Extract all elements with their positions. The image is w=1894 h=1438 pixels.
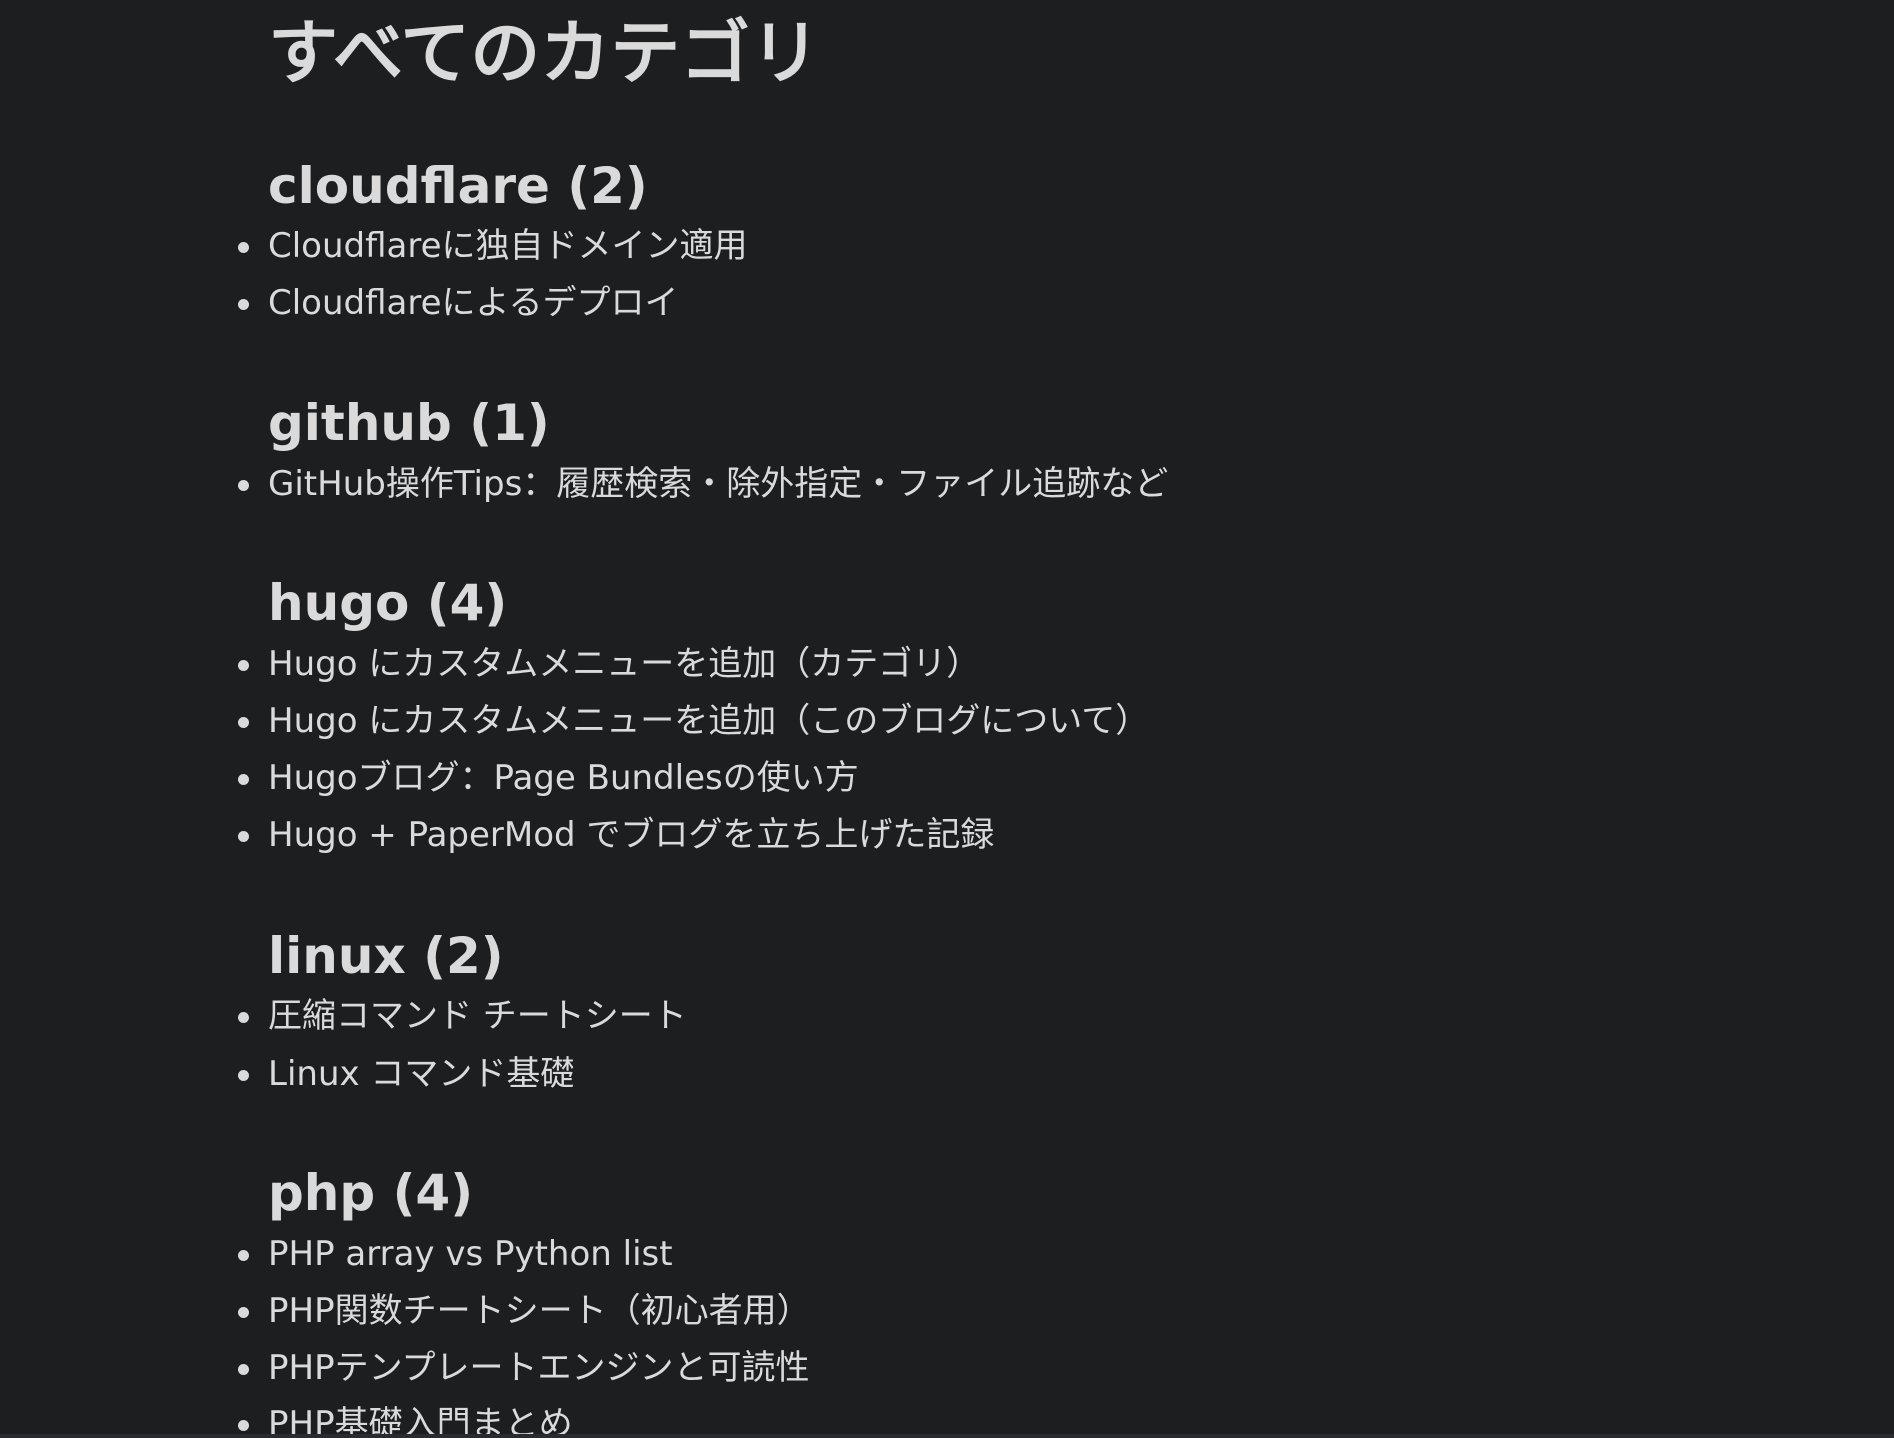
post-link[interactable]: Cloudflareに独自ドメイン適用 xyxy=(238,222,748,270)
viewport-bottom-edge xyxy=(0,1434,1894,1438)
post-link[interactable]: Hugo にカスタムメニューを追加（カテゴリ） xyxy=(237,640,980,688)
post-link[interactable]: PHP array vs Python list xyxy=(238,1230,673,1278)
post-link[interactable]: PHPテンプレートエンジンと可読性 xyxy=(238,1344,810,1392)
post-link[interactable]: PHP関数チートシート（初心者用） xyxy=(238,1287,811,1335)
category-title-github[interactable]: github (1) xyxy=(268,391,550,455)
page: すべてのカテゴリ cloudflare (2) Cloudflareに独自ドメイ… xyxy=(0,0,1894,1438)
category-title-hugo[interactable]: hugo (4) xyxy=(268,571,507,635)
category-title-cloudflare[interactable]: cloudflare (2) xyxy=(268,154,648,218)
post-link[interactable]: PHP基礎入門まとめ xyxy=(238,1400,573,1438)
post-link[interactable]: Linux コマンド基礎 xyxy=(237,1050,574,1098)
post-link[interactable]: Cloudflareによるデプロイ xyxy=(238,279,679,327)
post-link[interactable]: 圧縮コマンド チートシート xyxy=(238,992,687,1040)
post-link[interactable]: Hugo にカスタムメニューを追加（このブログについて） xyxy=(237,697,1149,745)
post-link[interactable]: GitHub操作Tips：履歴検索・除外指定・ファイル追跡など xyxy=(237,460,1168,508)
page-title: すべてのカテゴリ xyxy=(268,12,821,94)
category-title-php[interactable]: php (4) xyxy=(268,1161,473,1225)
post-link[interactable]: Hugoブログ：Page Bundlesの使い方 xyxy=(238,754,859,802)
post-link[interactable]: Hugo + PaperMod でブログを立ち上げた記録 xyxy=(237,811,994,859)
category-title-linux[interactable]: linux (2) xyxy=(268,924,504,988)
